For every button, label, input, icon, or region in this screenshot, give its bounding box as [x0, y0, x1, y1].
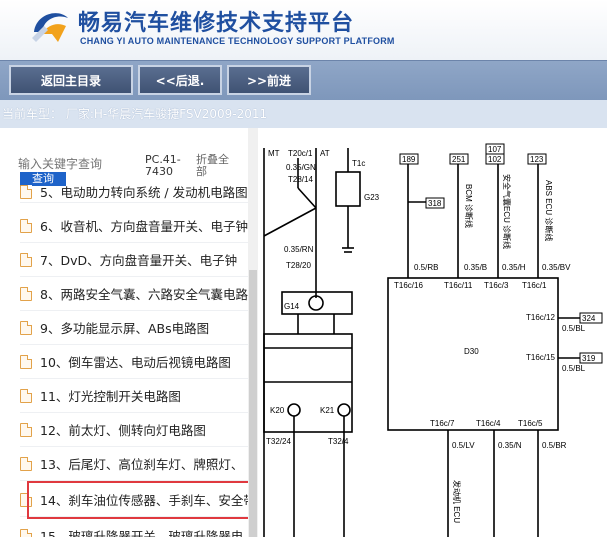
list-item[interactable]: 9、多功能显示屏、ABs电路图 [20, 311, 248, 345]
list-scrollbar-thumb[interactable] [249, 270, 257, 537]
wiring-diagram: MT T20c/1 AT 0.35/GN T28/14 T1c G23 0.35… [258, 128, 607, 537]
document-icon [20, 184, 32, 199]
document-icon [20, 456, 32, 471]
selection-highlight [27, 481, 251, 519]
list-item[interactable]: 15、玻璃升降器开关、玻璃升降器电 [20, 519, 248, 537]
toolbar: 返回主目录 <<后退. >>前进 [0, 60, 607, 100]
diagram-label: T28/20 [286, 261, 311, 270]
list-item-label: 6、收音机、方向盘音量开关、电子钟 [40, 219, 248, 234]
diagram-label: T32/24 [266, 437, 291, 446]
wire-label: 0.35/N [498, 441, 522, 450]
document-icon [20, 320, 32, 335]
list-item-label: 8、两路安全气囊、六路安全气囊电路图 [40, 287, 248, 302]
pin-label: T16c/11 [444, 281, 473, 290]
pin-label: T16c/5 [518, 419, 543, 428]
diagram-label: 0.35/RN [284, 245, 314, 254]
diagram-label: K21 [320, 406, 335, 415]
ref-number: 318 [428, 199, 442, 208]
directory-panel: 查询 PC.41-7430 折叠全部 5、电动助力转向系统 / 发动机电路图 6… [0, 128, 258, 537]
list-item[interactable]: 11、灯光控制开关电路图 [20, 379, 248, 413]
list-item[interactable]: 7、DvD、方向盘音量开关、电子钟 [20, 243, 248, 277]
forward-button[interactable]: >>前进 [227, 65, 311, 95]
wire-label: 0.35/BV [542, 263, 571, 272]
wire-label: 0.35/B [464, 263, 487, 272]
document-icon [20, 354, 32, 369]
vertical-label: BCM 诊断线 [464, 184, 474, 228]
pin-label: T16c/4 [476, 419, 501, 428]
home-button[interactable]: 返回主目录 [9, 65, 133, 95]
pin-label: T16c/16 [394, 281, 423, 290]
module-label: D30 [464, 347, 479, 356]
ref-number: 107 [488, 145, 502, 154]
document-icon [20, 252, 32, 267]
wire-label: 0.5/BL [562, 324, 586, 333]
document-icon [20, 286, 32, 301]
pin-label: T16c/15 [526, 353, 555, 362]
diagram-label: T28/14 [288, 175, 313, 184]
platform-title: 畅易汽车维修技术支持平台 [78, 11, 355, 36]
current-model-bar: 当前车型： 厂家:H-华晨汽车骏捷FSV2009-2011 [0, 100, 607, 128]
platform-subtitle: CHANG YI AUTO MAINTENANCE TECHNOLOGY SUP… [80, 36, 395, 46]
diagram-label: AT [320, 149, 330, 158]
diagram-label: MT [268, 149, 280, 158]
ref-number: 123 [530, 155, 544, 164]
search-input[interactable] [18, 156, 138, 172]
pin-label: T16c/7 [430, 419, 455, 428]
wiring-diagram-svg: MT T20c/1 AT 0.35/GN T28/14 T1c G23 0.35… [263, 143, 603, 537]
ref-number: 102 [488, 155, 502, 164]
model-label: 当前车型： [2, 107, 63, 121]
wire-label: 0.35/H [502, 263, 526, 272]
list-item-label: 11、灯光控制开关电路图 [40, 389, 181, 404]
wire-label: 0.5/BR [542, 441, 567, 450]
pin-label: T16c/1 [522, 281, 547, 290]
list-item-label: 13、后尾灯、高位刹车灯、牌照灯、 [40, 457, 244, 472]
document-code: PC.41-7430 [145, 153, 181, 178]
pin-label: T16c/12 [526, 313, 555, 322]
wire-label: 0.5/RB [414, 263, 438, 272]
vertical-label: 发动机 ECU [452, 480, 462, 523]
wire-label: 0.5/LV [452, 441, 475, 450]
diagram-label: G23 [364, 193, 380, 202]
diagram-label: 0.35/GN [286, 163, 316, 172]
diagram-label: T32/4 [328, 437, 349, 446]
pin-label: T16c/3 [484, 281, 509, 290]
list-item[interactable]: 6、收音机、方向盘音量开关、电子钟 [20, 209, 248, 243]
back-button[interactable]: <<后退. [138, 65, 222, 95]
diagram-label: G14 [284, 302, 300, 311]
diagram-label: K20 [270, 406, 285, 415]
ref-number: 324 [582, 314, 596, 323]
list-item-label: 7、DvD、方向盘音量开关、电子钟 [40, 253, 238, 268]
list-item-label: 12、前太灯、侧转向灯电路图 [40, 423, 206, 438]
list-item[interactable]: 5、电动助力转向系统 / 发动机电路图 [20, 181, 248, 203]
list-item-label: 5、电动助力转向系统 / 发动机电路图 [40, 185, 248, 200]
list-item[interactable]: 12、前太灯、侧转向灯电路图 [20, 413, 248, 447]
collapse-all-button[interactable]: 折叠全部 [196, 154, 232, 178]
list-item[interactable]: 8、两路安全气囊、六路安全气囊电路图 [20, 277, 248, 311]
vertical-label: 安全气囊ECU 诊断线 [502, 174, 512, 249]
list-item[interactable]: 10、倒车雷达、电动后视镜电路图 [20, 345, 248, 379]
diagram-label: T1c [352, 159, 365, 168]
ref-number: 189 [402, 155, 416, 164]
diagram-label: T20c/1 [288, 149, 313, 158]
ref-number: 319 [582, 354, 596, 363]
document-icon [20, 388, 32, 403]
app-header: 畅易汽车维修技术支持平台 CHANG YI AUTO MAINTENANCE T… [0, 0, 607, 60]
model-value: 厂家:H-华晨汽车骏捷FSV2009-2011 [65, 107, 268, 121]
ref-number: 251 [452, 155, 466, 164]
list-item[interactable]: 13、后尾灯、高位刹车灯、牌照灯、 [20, 447, 248, 481]
wire-label: 0.5/BL [562, 364, 586, 373]
vertical-label: ABS ECU 诊断线 [544, 180, 554, 241]
logo-icon [32, 13, 68, 42]
list-item-label: 9、多功能显示屏、ABs电路图 [40, 321, 210, 336]
document-icon [20, 528, 32, 537]
list-item-label: 10、倒车雷达、电动后视镜电路图 [40, 355, 231, 370]
list-item-label: 15、玻璃升降器开关、玻璃升降器电 [40, 529, 244, 537]
document-icon [20, 422, 32, 437]
document-icon [20, 218, 32, 233]
